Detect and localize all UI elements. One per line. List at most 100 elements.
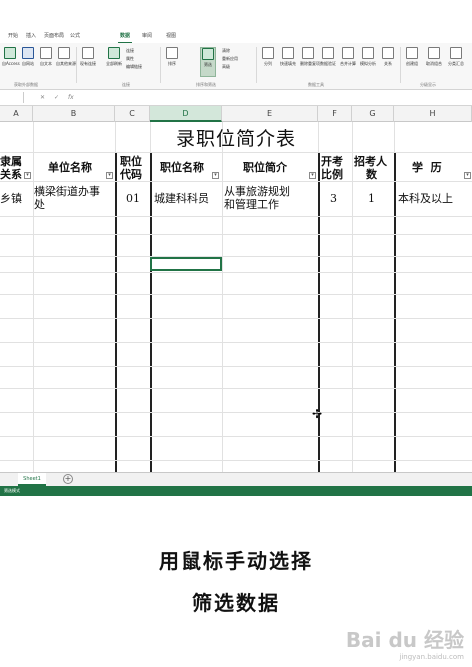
edit-links-link[interactable]: 编辑链接 (126, 64, 142, 70)
consolidate-button[interactable]: 合并计算 (340, 47, 356, 67)
gridline (0, 152, 472, 153)
tab-view[interactable]: 视图 (164, 30, 178, 43)
cell-description-line1[interactable]: 从事旅游规划 (224, 185, 290, 198)
gridline (0, 388, 472, 389)
cell-affiliation[interactable]: 乡镇 (0, 192, 22, 205)
cell-unit-name-line1[interactable]: 横梁街道办事 (34, 185, 100, 198)
ribbon-separator (256, 47, 257, 83)
clear-filter-link[interactable]: 清除 (222, 48, 230, 54)
relationships-button[interactable]: 关系 (380, 47, 396, 67)
cell-unit-name-line2[interactable]: 处 (34, 198, 45, 211)
ribbon-separator (76, 47, 77, 83)
flash-fill-button[interactable]: 快速填充 (280, 47, 296, 67)
other-sources-icon (58, 47, 70, 59)
column-header-c[interactable]: C (115, 106, 150, 122)
column-header-f[interactable]: F (318, 106, 352, 122)
header-exam-ratio-line2: 比例 (321, 168, 343, 181)
selected-cell[interactable] (150, 257, 222, 271)
confirm-icon[interactable]: ✓ (54, 92, 59, 103)
header-position-code-line2: 代码 (120, 168, 142, 181)
header-exam-ratio-line1: 开考 (321, 155, 343, 168)
cell-headcount[interactable]: 1 (368, 192, 375, 205)
flash-fill-icon (282, 47, 294, 59)
subtotal-icon (450, 47, 462, 59)
from-other-sources-button[interactable]: 自其他来源 (56, 47, 76, 67)
tab-review[interactable]: 审阅 (140, 30, 154, 43)
cell-education[interactable]: 本科及以上 (398, 192, 453, 205)
gridline (222, 122, 223, 472)
existing-connections-button[interactable]: 现有连接 (80, 47, 96, 67)
caption-line2: 筛选数据 (192, 591, 280, 615)
what-if-analysis-button[interactable]: 模拟分析 (360, 47, 376, 67)
watermark-logo: Bai du 经验 jingyan.baidu.com (346, 624, 464, 661)
status-bar: 筛选模式 (0, 486, 472, 496)
column-header-a[interactable]: A (0, 106, 33, 122)
filter-dropdown-icon[interactable]: ▾ (309, 172, 316, 179)
header-position-name: 职位名称 (160, 161, 204, 174)
column-header-h[interactable]: H (394, 106, 472, 122)
gridline (0, 436, 472, 437)
connections-icon (82, 47, 94, 59)
worksheet-grid[interactable]: 录职位简介表 隶属 关系 ▾ 单位名称 ▾ 职位 代码 职位名称 ▾ 职位简介 … (0, 122, 472, 472)
filter-dropdown-icon[interactable]: ▾ (24, 172, 31, 179)
validation-icon (322, 47, 334, 59)
subtotal-button[interactable]: 分类汇总 (448, 47, 464, 67)
from-web-button[interactable]: 自网站 (20, 47, 36, 67)
add-sheet-icon[interactable]: + (63, 474, 73, 484)
access-icon (4, 47, 16, 59)
refresh-all-button[interactable]: 全部刷新 (106, 47, 122, 67)
advanced-filter-link[interactable]: 高级 (222, 64, 230, 70)
from-text-button[interactable]: 自文本 (38, 47, 54, 67)
column-header-g[interactable]: G (352, 106, 394, 122)
cross-cursor-icon: ✢ (312, 407, 323, 421)
header-position-description: 职位简介 (243, 161, 287, 174)
reapply-filter-link[interactable]: 重新应用 (222, 56, 238, 62)
cell-position-name[interactable]: 城建科科员 (154, 192, 209, 205)
filter-button[interactable]: 筛选 (200, 47, 216, 77)
tab-insert[interactable]: 插入 (24, 30, 38, 43)
ribbon: 自Access 自网站 自文本 自其他来源 现有连接 全部刷新 连接 属性 编辑… (0, 43, 472, 90)
group-button[interactable]: 创建组 (404, 47, 420, 67)
properties-link[interactable]: 属性 (126, 56, 134, 62)
filter-dropdown-icon[interactable]: ▾ (106, 172, 113, 179)
tab-page-layout[interactable]: 页面布局 (42, 30, 66, 43)
group-label-outline: 分级显示 (420, 82, 436, 87)
column-header-d[interactable]: D (150, 106, 222, 122)
ungroup-icon (428, 47, 440, 59)
tab-formulas[interactable]: 公式 (68, 30, 82, 43)
ungroup-button[interactable]: 取消组合 (426, 47, 442, 67)
columns-icon (262, 47, 274, 59)
funnel-icon (202, 48, 214, 60)
connections-link[interactable]: 连接 (126, 48, 134, 54)
gridline (0, 216, 472, 217)
text-to-columns-button[interactable]: 分列 (260, 47, 276, 67)
gridline (0, 318, 472, 319)
cell-border (318, 152, 320, 472)
group-label-sort-filter: 排序和筛选 (196, 82, 216, 87)
tab-data[interactable]: 数据 (118, 30, 133, 43)
status-text: 筛选模式 (4, 488, 20, 493)
sheet-tab[interactable]: Sheet1 (18, 473, 46, 486)
group-label-external-data: 获取外部数据 (14, 82, 38, 87)
filter-dropdown-icon[interactable]: ▾ (464, 172, 471, 179)
gridline (0, 294, 472, 295)
gridline (0, 412, 472, 413)
name-box[interactable] (0, 92, 24, 103)
sort-button[interactable]: 排序 (164, 47, 180, 67)
caption-line1: 用鼠标手动选择 (159, 549, 313, 573)
cell-position-code[interactable]: 01 (126, 192, 140, 205)
gridline (33, 122, 34, 472)
column-header-e[interactable]: E (222, 106, 318, 122)
cancel-icon[interactable]: ✕ (40, 92, 45, 103)
cell-description-line2[interactable]: 和管理工作 (224, 198, 279, 211)
data-validation-button[interactable]: 数据验证 (320, 47, 336, 67)
column-header-b[interactable]: B (33, 106, 115, 122)
sheet-title: 录职位简介表 (175, 128, 296, 150)
from-access-button[interactable]: 自Access (2, 47, 20, 67)
cell-exam-ratio[interactable]: 3 (330, 192, 337, 205)
filter-dropdown-icon[interactable]: ▾ (212, 172, 219, 179)
remove-duplicates-button[interactable]: 删除重复项 (300, 47, 320, 67)
insert-function-icon[interactable]: fx (68, 92, 74, 103)
cell-border (115, 152, 117, 472)
tab-home[interactable]: 开始 (6, 30, 20, 43)
